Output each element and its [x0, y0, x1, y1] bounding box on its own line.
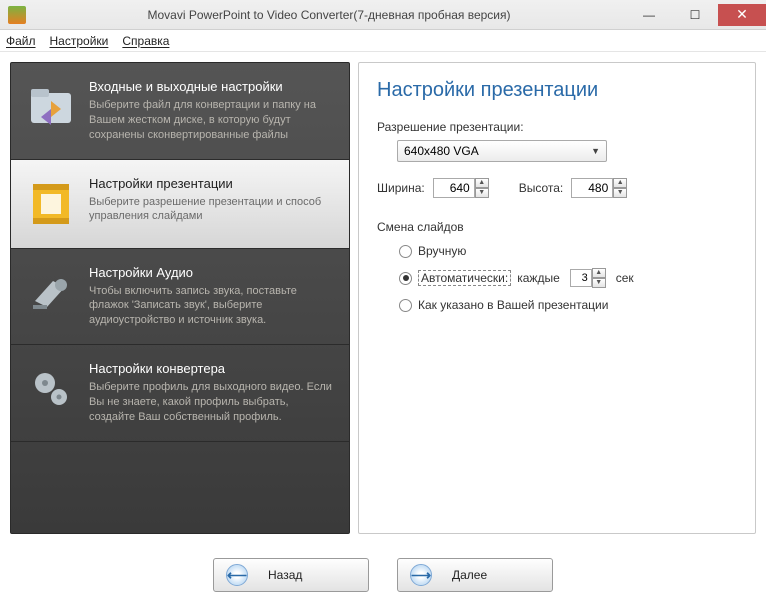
interval-input[interactable]	[570, 269, 592, 287]
resolution-label: Разрешение презентации:	[377, 120, 737, 134]
sidebar-item-presentation[interactable]: Настройки презентации Выберите разрешени…	[11, 160, 349, 249]
radio-icon	[399, 272, 412, 285]
height-label: Высота:	[519, 181, 564, 195]
back-button[interactable]: ⟵ Назад	[213, 558, 369, 592]
resolution-value: 640x480 VGA	[404, 144, 479, 158]
arrow-left-icon: ⟵	[226, 564, 248, 586]
back-label: Назад	[268, 568, 302, 582]
next-label: Далее	[452, 568, 487, 582]
radio-as-specified[interactable]: Как указано в Вашей презентации	[399, 298, 737, 312]
chevron-down-icon: ▼	[591, 146, 600, 156]
height-input[interactable]	[571, 178, 613, 198]
sidebar: Входные и выходные настройки Выберите фа…	[10, 62, 350, 534]
radio-automatic-label: Автоматически:	[418, 270, 511, 286]
sidebar-item-converter[interactable]: Настройки конвертера Выберите профиль дл…	[11, 345, 349, 442]
sidebar-item-audio[interactable]: Настройки Аудио Чтобы включить запись зв…	[11, 249, 349, 346]
sidebar-item-desc: Чтобы включить запись звука, поставьте ф…	[89, 284, 335, 329]
resolution-select[interactable]: 640x480 VGA ▼	[397, 140, 607, 162]
sidebar-item-desc: Выберите разрешение презентации и способ…	[89, 195, 335, 225]
width-stepper[interactable]: ▲▼	[433, 178, 489, 198]
width-label: Ширина:	[377, 181, 425, 195]
width-up-button[interactable]: ▲	[475, 178, 489, 188]
content-panel: Настройки презентации Разрешение презент…	[358, 62, 756, 534]
nav-bar: ⟵ Назад ⟶ Далее	[10, 552, 756, 598]
titlebar: Movavi PowerPoint to Video Converter(7-д…	[0, 0, 766, 30]
menu-help[interactable]: Справка	[122, 34, 169, 48]
close-button[interactable]: ✕	[718, 4, 766, 26]
auto-every-label: каждые	[517, 271, 560, 285]
filmstrip-icon	[23, 176, 79, 232]
seconds-label: сек	[616, 271, 634, 285]
height-up-button[interactable]: ▲	[613, 178, 627, 188]
sidebar-item-title: Настройки конвертера	[89, 361, 335, 376]
megaphone-icon	[23, 265, 79, 321]
interval-up-button[interactable]: ▲	[592, 268, 606, 278]
sidebar-item-title: Настройки презентации	[89, 176, 335, 191]
next-button[interactable]: ⟶ Далее	[397, 558, 553, 592]
menu-file[interactable]: Файл	[6, 34, 36, 48]
width-input[interactable]	[433, 178, 475, 198]
sidebar-item-title: Настройки Аудио	[89, 265, 335, 280]
radio-icon	[399, 299, 412, 312]
sidebar-item-title: Входные и выходные настройки	[89, 79, 335, 94]
radio-manual-label: Вручную	[418, 244, 466, 258]
gears-icon	[23, 361, 79, 417]
slide-change-label: Смена слайдов	[377, 220, 737, 234]
folder-io-icon	[23, 79, 79, 135]
interval-stepper[interactable]: ▲▼	[570, 268, 606, 288]
sidebar-item-desc: Выберите профиль для выходного видео. Ес…	[89, 380, 335, 425]
height-stepper[interactable]: ▲▼	[571, 178, 627, 198]
maximize-button[interactable]: ☐	[672, 4, 718, 26]
arrow-right-icon: ⟶	[410, 564, 432, 586]
radio-manual[interactable]: Вручную	[399, 244, 737, 258]
app-icon	[8, 6, 26, 24]
minimize-button[interactable]: —	[626, 4, 672, 26]
interval-down-button[interactable]: ▼	[592, 278, 606, 288]
height-down-button[interactable]: ▼	[613, 188, 627, 198]
menu-settings[interactable]: Настройки	[50, 34, 109, 48]
menubar: Файл Настройки Справка	[0, 30, 766, 52]
sidebar-item-desc: Выберите файл для конвертации и папку на…	[89, 98, 335, 143]
radio-icon	[399, 245, 412, 258]
window-title: Movavi PowerPoint to Video Converter(7-д…	[32, 8, 626, 22]
radio-as-specified-label: Как указано в Вашей презентации	[418, 298, 608, 312]
radio-automatic[interactable]: Автоматически: каждые ▲▼ сек	[399, 268, 737, 288]
sidebar-item-io[interactable]: Входные и выходные настройки Выберите фа…	[11, 63, 349, 160]
width-down-button[interactable]: ▼	[475, 188, 489, 198]
page-title: Настройки презентации	[377, 79, 737, 102]
